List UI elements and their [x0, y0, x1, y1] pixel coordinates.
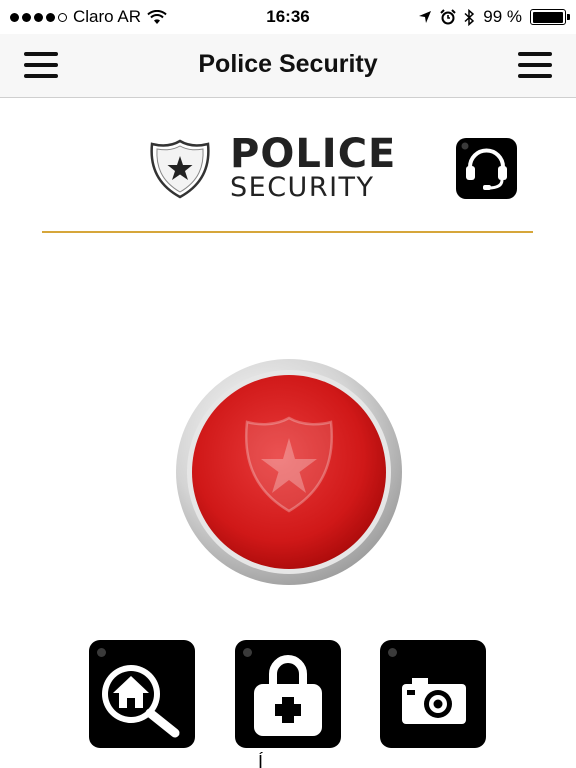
medical-button[interactable]: [235, 640, 341, 748]
navigation-bar: Police Security: [0, 34, 576, 98]
police-badge-logo-icon: [150, 139, 210, 199]
battery-percent: 99 %: [483, 7, 522, 26]
logo-wordmark: POLICE SECURITY: [230, 134, 396, 201]
page-title: Police Security: [198, 50, 378, 78]
battery-icon: [530, 9, 570, 25]
home-search-icon: [102, 665, 180, 738]
headset-icon: [461, 142, 507, 190]
battery-level: [532, 11, 564, 23]
alarm-icon: [440, 9, 456, 25]
status-right: 99 %: [418, 7, 570, 27]
camera-icon: [402, 678, 466, 724]
location-arrow-icon: [419, 11, 432, 23]
support-button[interactable]: [456, 138, 517, 199]
header-divider: [42, 231, 533, 233]
bluetooth-icon: [464, 8, 475, 26]
medical-kit-icon: [254, 655, 322, 736]
logo-word-security: SECURITY: [230, 172, 375, 203]
panic-button-graphic: [176, 359, 402, 585]
panic-button[interactable]: [175, 358, 403, 586]
logo-word-police: POLICE: [230, 131, 397, 177]
camera-button[interactable]: [380, 640, 486, 748]
status-bar: Claro AR 16:36 99 %: [0, 0, 576, 34]
home-search-button[interactable]: [89, 640, 195, 748]
hamburger-menu-icon: [518, 52, 552, 56]
right-menu-button[interactable]: [518, 52, 552, 78]
bottom-partial-label: Í: [258, 752, 264, 768]
